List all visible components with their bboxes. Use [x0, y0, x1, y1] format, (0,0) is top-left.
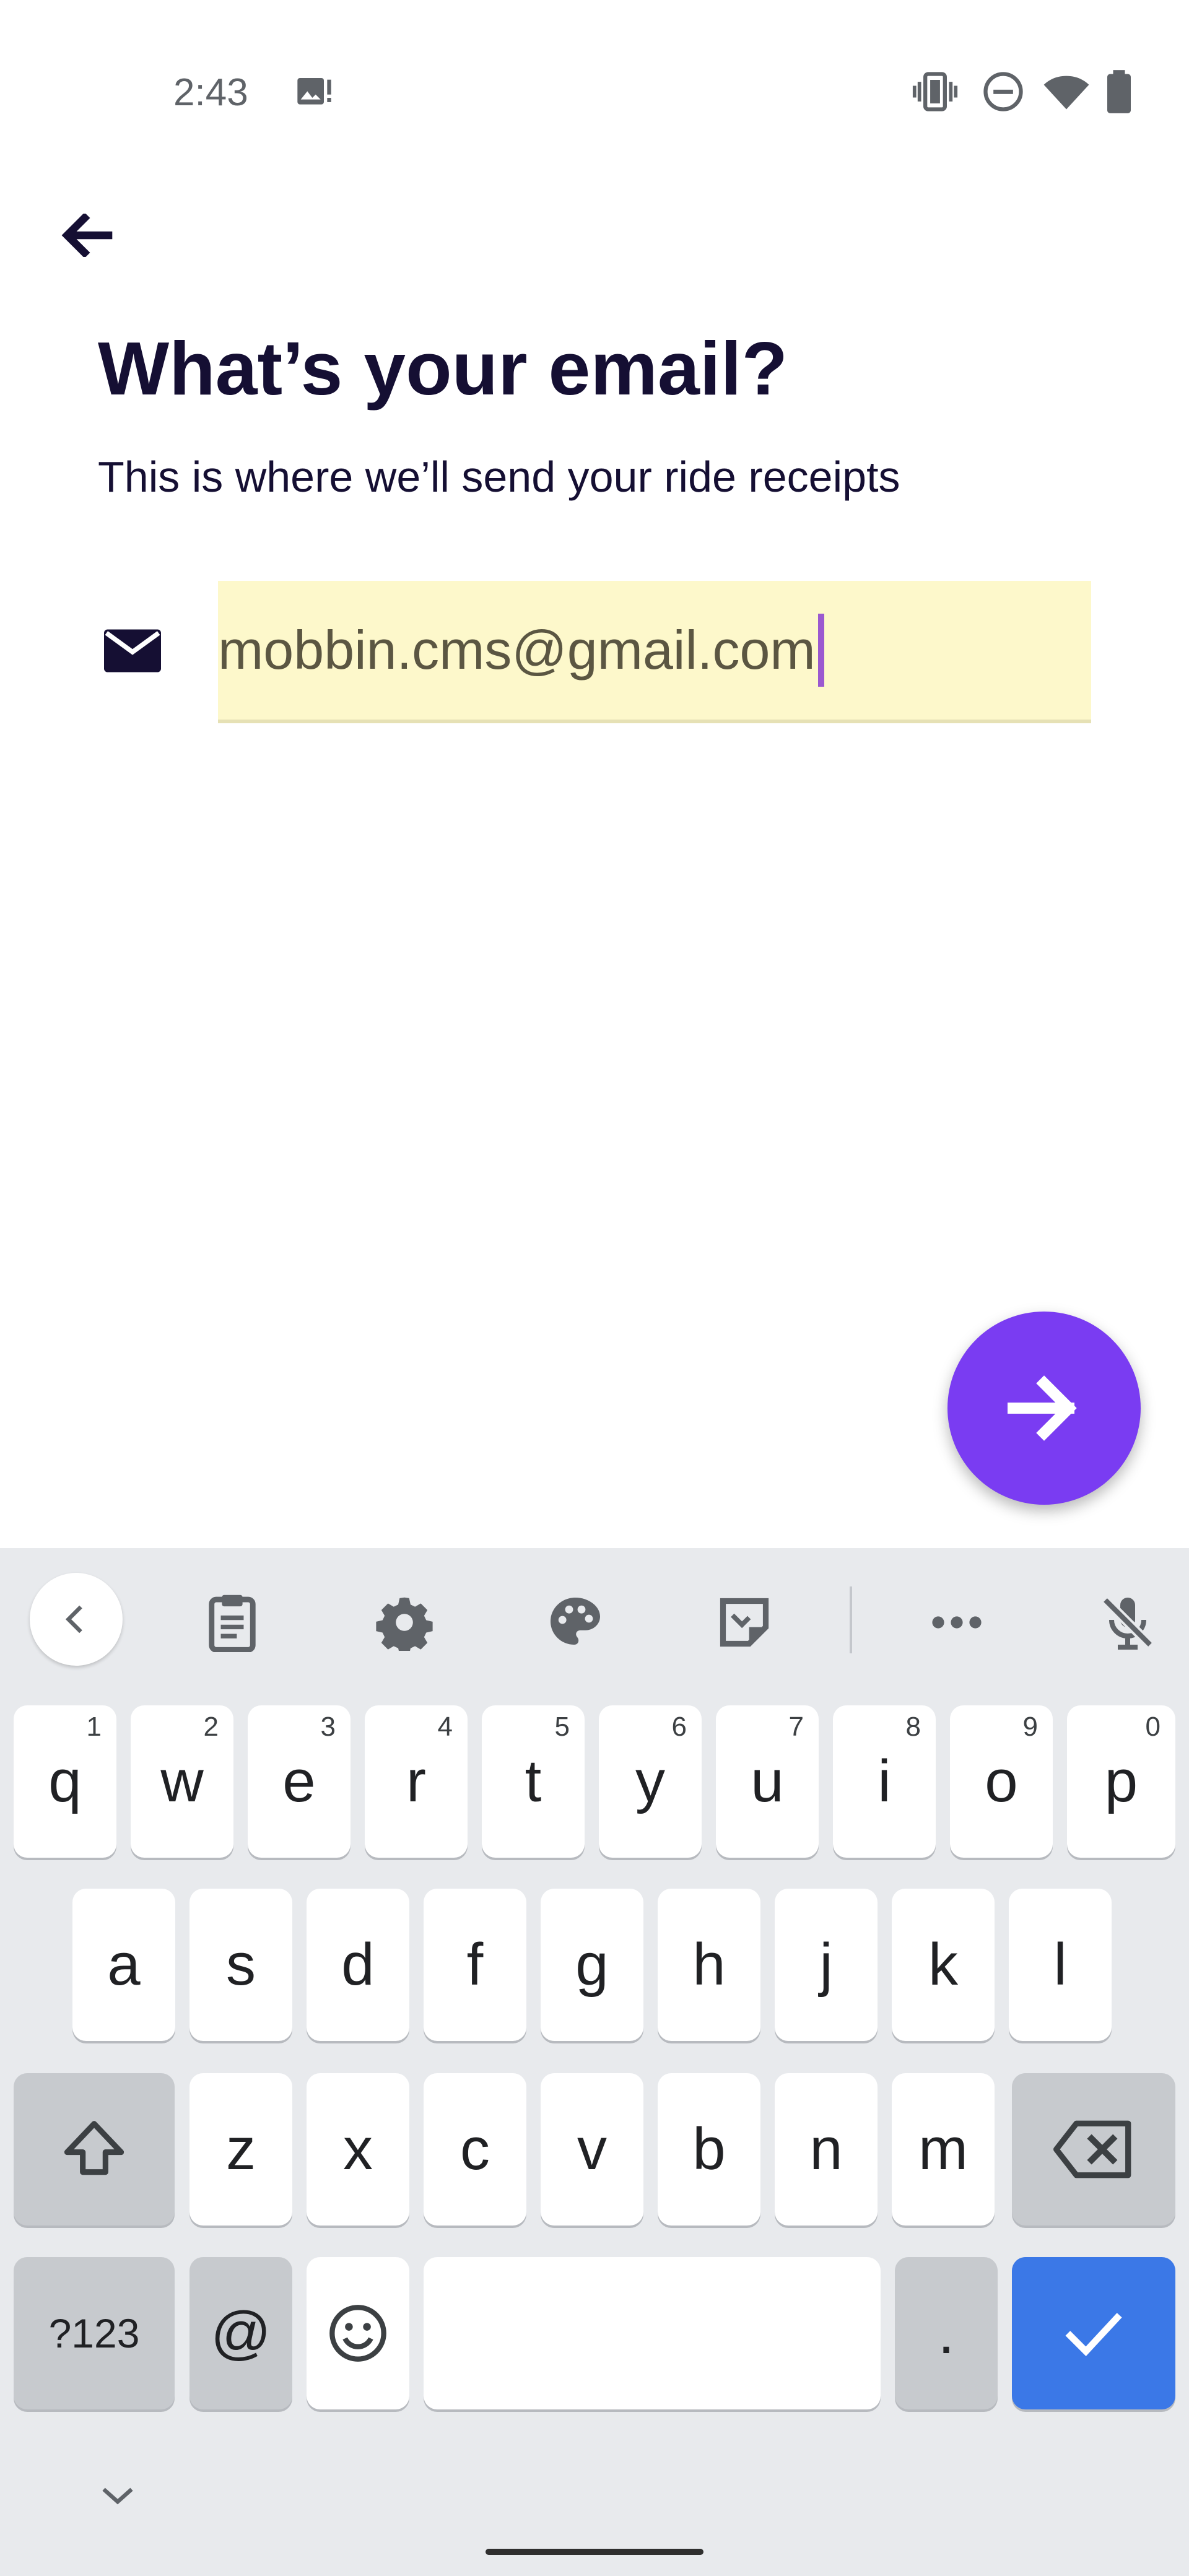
- chevron-left-icon: [65, 1605, 82, 1634]
- page-subtitle: This is where we’ll send your ride recei…: [98, 453, 900, 501]
- clipboard-button[interactable]: [186, 1576, 279, 1669]
- next-button[interactable]: [947, 1312, 1141, 1505]
- space-key[interactable]: [424, 2257, 881, 2409]
- hide-keyboard-button[interactable]: [87, 2465, 149, 2526]
- clipboard-icon: [209, 1595, 256, 1652]
- emoji-key[interactable]: [307, 2257, 409, 2409]
- arrow-left-icon: [61, 214, 113, 257]
- key-f[interactable]: f: [424, 1889, 526, 2041]
- key-d[interactable]: d: [307, 1889, 409, 2041]
- at-key[interactable]: @: [189, 2257, 292, 2409]
- vibrate-icon: [912, 72, 958, 111]
- keyboard: [0, 1548, 1189, 2576]
- key-x[interactable]: x: [307, 2073, 409, 2226]
- key-r[interactable]: r4: [365, 1705, 468, 1858]
- more-options-button[interactable]: [910, 1576, 1003, 1669]
- key-k[interactable]: k: [892, 1889, 995, 2041]
- shift-icon: [64, 2121, 124, 2175]
- email-input[interactable]: mobbin.cms@gmail.com: [218, 581, 1091, 723]
- voice-input-button[interactable]: [1081, 1576, 1174, 1669]
- email-input-value: mobbin.cms@gmail.com: [218, 619, 816, 681]
- text-cursor: [817, 614, 824, 687]
- wifi-icon: [1043, 76, 1089, 110]
- sticker-icon: [720, 1598, 769, 1647]
- period-key[interactable]: .: [895, 2257, 998, 2409]
- key-j[interactable]: j: [775, 1889, 878, 2041]
- key-n[interactable]: n: [775, 2073, 878, 2226]
- status-time: 2:43: [173, 71, 248, 114]
- battery-icon: [1107, 70, 1131, 113]
- emoji-icon: [329, 2305, 386, 2362]
- mail-icon: [104, 629, 161, 672]
- palette-icon: [551, 1598, 600, 1645]
- symbols-key[interactable]: ?123: [14, 2257, 175, 2409]
- key-y[interactable]: y6: [599, 1705, 702, 1858]
- page-title: What’s your email?: [98, 326, 788, 411]
- backspace-icon: [1053, 2120, 1131, 2178]
- mic-off-icon: [1102, 1596, 1154, 1650]
- do-not-disturb-icon: [983, 72, 1023, 111]
- key-t[interactable]: t5: [482, 1705, 585, 1858]
- key-o[interactable]: o9: [950, 1705, 1053, 1858]
- sticker-button[interactable]: [698, 1576, 791, 1669]
- key-i[interactable]: i8: [833, 1705, 936, 1858]
- shift-key[interactable]: [14, 2073, 175, 2226]
- arrow-right-icon: [1008, 1375, 1077, 1441]
- key-e[interactable]: e3: [248, 1705, 351, 1858]
- key-m[interactable]: m: [892, 2073, 995, 2226]
- image-alert-icon: [297, 78, 331, 105]
- key-u[interactable]: u7: [716, 1705, 819, 1858]
- key-s[interactable]: s: [189, 1889, 292, 2041]
- toolbar-divider: [850, 1586, 852, 1653]
- more-icon: [932, 1616, 982, 1629]
- chevron-down-icon: [102, 2487, 133, 2505]
- key-w[interactable]: w2: [131, 1705, 233, 1858]
- key-g[interactable]: g: [541, 1889, 643, 2041]
- key-z[interactable]: z: [189, 2073, 292, 2226]
- keyboard-toolbar-back-button[interactable]: [30, 1573, 123, 1666]
- theme-button[interactable]: [529, 1576, 622, 1669]
- key-b[interactable]: b: [658, 2073, 760, 2226]
- key-v[interactable]: v: [541, 2073, 643, 2226]
- key-h[interactable]: h: [658, 1889, 760, 2041]
- backspace-key[interactable]: [1012, 2073, 1175, 2226]
- checkmark-icon: [1065, 2313, 1122, 2356]
- key-q[interactable]: q1: [14, 1705, 116, 1858]
- navigation-handle[interactable]: [486, 2549, 703, 2555]
- gear-icon: [376, 1597, 433, 1651]
- key-c[interactable]: c: [424, 2073, 526, 2226]
- key-p[interactable]: p0: [1067, 1705, 1175, 1858]
- key-a[interactable]: a: [72, 1889, 175, 2041]
- back-button[interactable]: [50, 198, 124, 272]
- key-l[interactable]: l: [1009, 1889, 1112, 2041]
- settings-button[interactable]: [358, 1576, 451, 1669]
- done-key[interactable]: [1012, 2257, 1175, 2409]
